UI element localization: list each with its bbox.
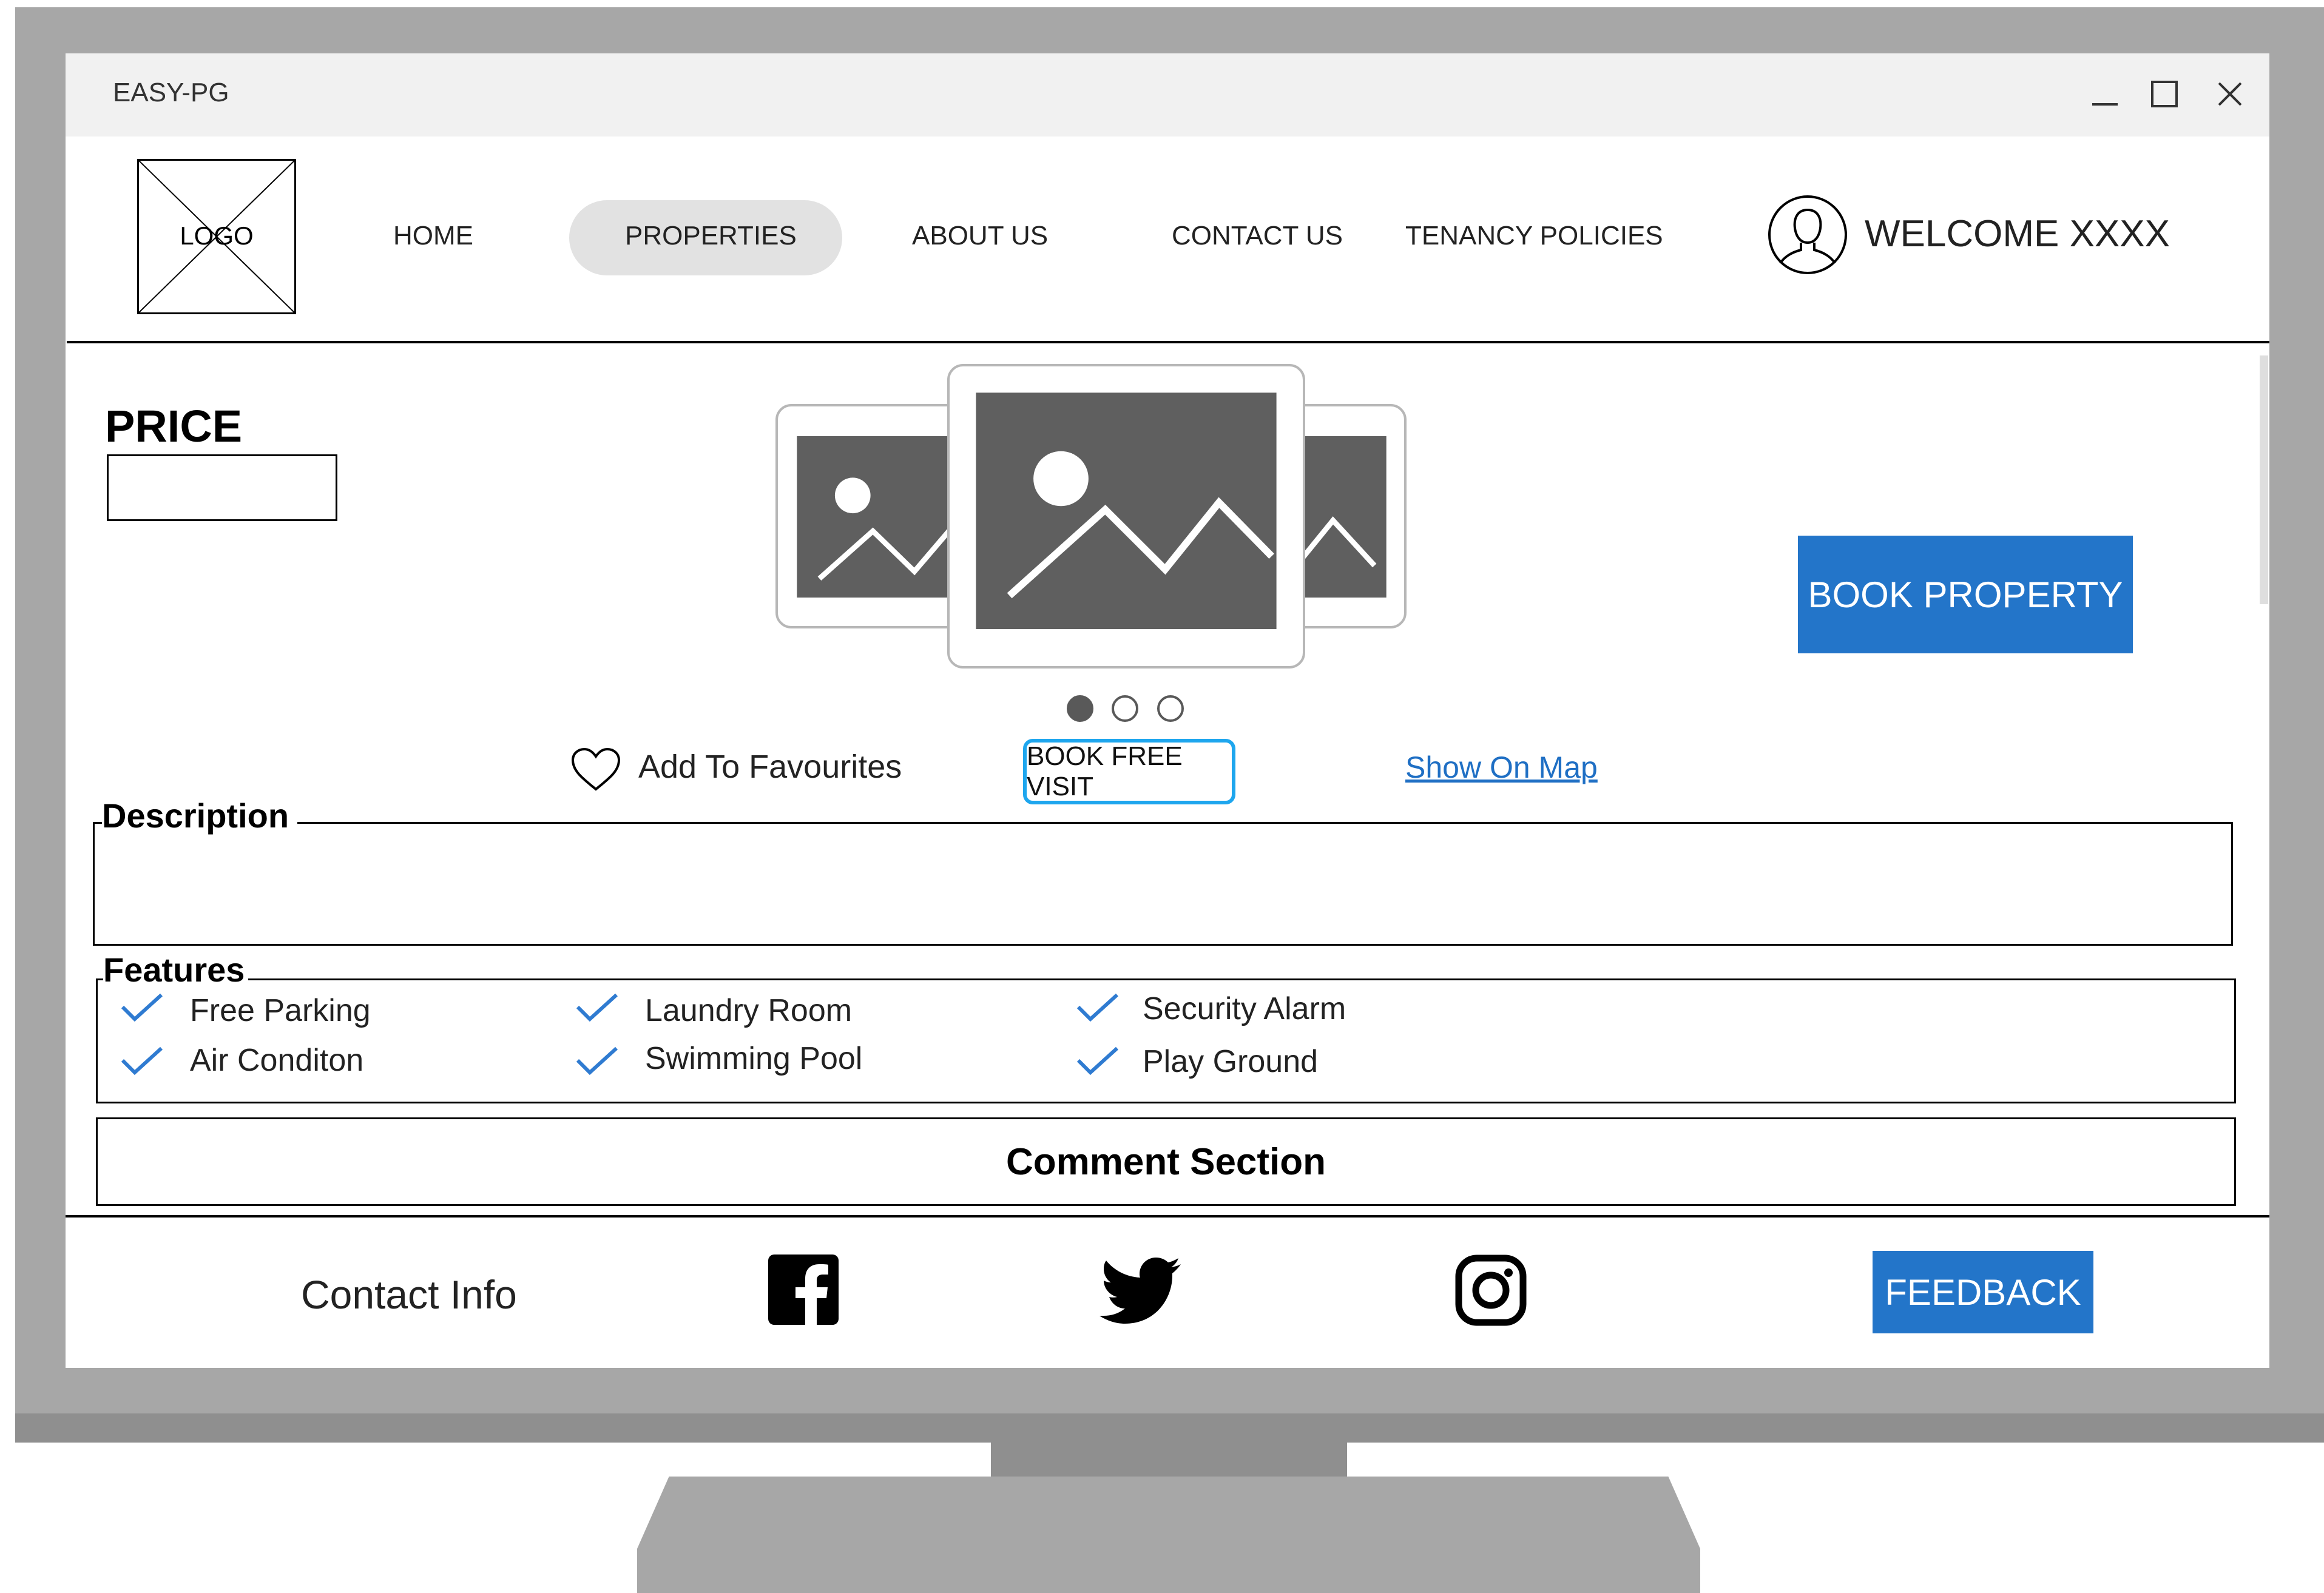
comment-section[interactable]: Comment Section [96, 1117, 2236, 1206]
check-icon [575, 1046, 619, 1076]
nav-about-us[interactable]: ABOUT US [912, 221, 1048, 251]
features-label: Features [103, 950, 249, 989]
welcome-text: WELCOME XXXX [1865, 213, 2170, 255]
check-icon [1076, 992, 1120, 1023]
carousel-dot-2[interactable] [1112, 695, 1138, 722]
book-property-button[interactable]: BOOK PROPERTY [1798, 536, 2133, 653]
heart-icon[interactable] [570, 747, 621, 793]
price-label: PRICE [105, 401, 243, 451]
twitter-icon[interactable] [1097, 1256, 1182, 1326]
nav-home[interactable]: HOME [393, 221, 473, 251]
nav-tenancy-policies[interactable]: TENANCY POLICIES [1405, 221, 1663, 251]
feature-item: Free Parking [190, 993, 371, 1028]
logo[interactable]: LOGO [137, 159, 296, 314]
window-title: EASY-PG [113, 78, 229, 107]
carousel-dot-3[interactable] [1157, 695, 1184, 722]
app-window: EASY-PG LOGO HOME PROPERTIES ABOUT US CO… [66, 53, 2269, 1368]
feature-item: Laundry Room [645, 993, 853, 1028]
feature-item: Swimming Pool [645, 1041, 863, 1076]
footer-divider [66, 1215, 2269, 1217]
feature-item: Play Ground [1143, 1044, 1319, 1079]
logo-label: LOGO [180, 221, 254, 250]
description-label: Description [102, 796, 298, 835]
book-free-visit-button[interactable]: BOOK FREE VISIT [1023, 739, 1235, 804]
facebook-icon[interactable] [768, 1255, 839, 1325]
description-box [93, 822, 2233, 946]
price-field[interactable] [107, 454, 337, 521]
minimize-icon[interactable] [2091, 80, 2119, 108]
header-divider [67, 341, 2269, 343]
carousel-image-active[interactable] [947, 364, 1305, 669]
nav-properties[interactable]: PROPERTIES [625, 221, 797, 251]
feature-item: Security Alarm [1143, 991, 1346, 1026]
check-icon [120, 1046, 164, 1076]
monitor-stand-base [637, 1477, 1700, 1593]
nav-contact-us[interactable]: CONTACT US [1172, 221, 1343, 251]
check-icon [1076, 1046, 1120, 1076]
feature-item: Air Conditon [190, 1043, 364, 1078]
window-titlebar [66, 53, 2269, 136]
show-on-map-link[interactable]: Show On Map [1405, 750, 1598, 785]
user-avatar-icon[interactable] [1767, 194, 1848, 275]
image-placeholder-icon [976, 392, 1277, 629]
scrollbar[interactable] [2260, 355, 2268, 604]
check-icon [120, 992, 164, 1023]
add-to-favourites-link[interactable]: Add To Favourites [638, 748, 902, 786]
carousel-dot-1[interactable] [1067, 695, 1093, 722]
contact-info-link[interactable]: Contact Info [301, 1271, 517, 1318]
instagram-icon[interactable] [1455, 1255, 1527, 1326]
close-icon[interactable] [2216, 80, 2244, 108]
maximize-icon[interactable] [2150, 80, 2178, 108]
feedback-button[interactable]: FEEDBACK [1873, 1251, 2093, 1333]
check-icon [575, 992, 619, 1023]
